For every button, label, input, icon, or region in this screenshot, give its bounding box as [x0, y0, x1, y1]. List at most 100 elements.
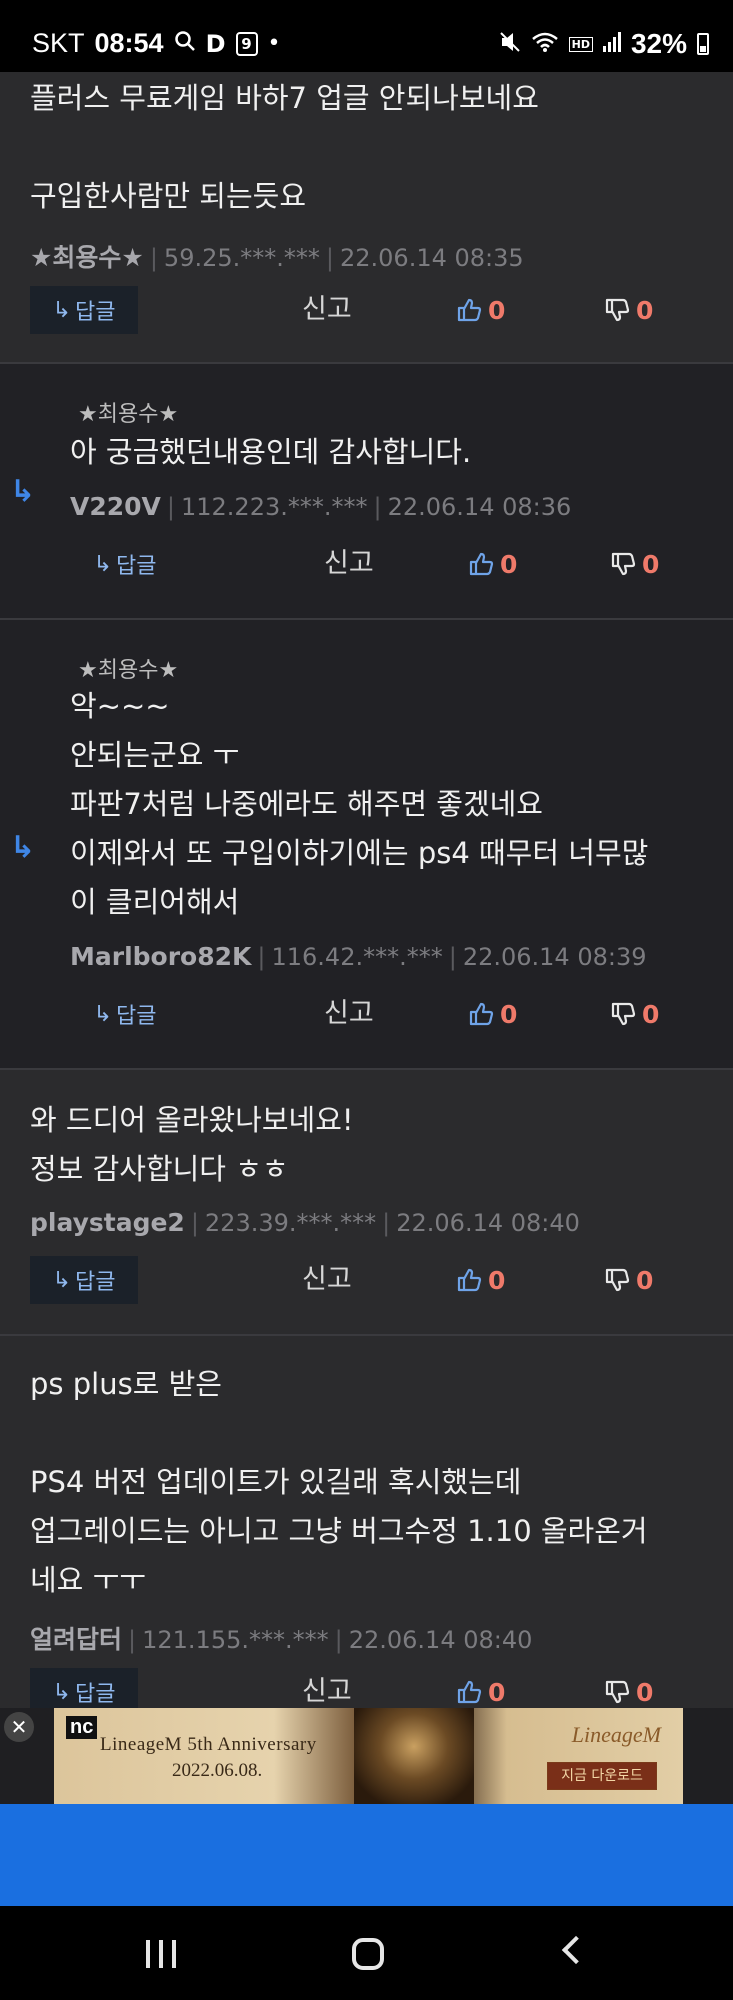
dislike-count: 0 — [642, 999, 660, 1029]
thumbs-down-icon — [605, 298, 630, 322]
dislike-count: 0 — [642, 549, 660, 579]
like-count: 0 — [500, 999, 518, 1029]
report-button[interactable]: 신고 — [302, 1256, 352, 1304]
dislike-button[interactable]: 0 — [610, 990, 659, 1038]
like-button[interactable]: 0 — [468, 990, 517, 1038]
ad-artwork — [354, 1708, 474, 1804]
comment-date: 22.06.14 08:35 — [339, 244, 524, 272]
comment-actions: ↳ 답글 신고 0 0 — [0, 540, 733, 588]
reply-item: ↳ ★최용수★ 악~~~ 안되는군요 ㅜ 파판7처럼 나중에라도 해주면 좋겠네… — [0, 620, 733, 1068]
ad-banner[interactable]: nc LineageM 5th Anniversary 2022.06.08. … — [54, 1708, 683, 1804]
dislike-count: 0 — [636, 295, 654, 325]
ad-close-icon[interactable]: ✕ — [4, 1712, 34, 1742]
comment-ip: 121.155.***.*** — [142, 1626, 329, 1654]
dislike-count: 0 — [636, 1677, 654, 1707]
report-button[interactable]: 신고 — [324, 990, 374, 1038]
comment-item: 플러스 무료게임 바하7 업글 안되나보네요 구입한사람만 되는듯요 ★최용수★… — [0, 72, 733, 362]
reply-button[interactable]: ↳ 답글 — [30, 286, 138, 334]
comment-author[interactable]: ★최용수★ — [30, 243, 144, 272]
comment-item: ps plus로 받은 PS4 버전 업데이트가 있길래 혹시했는데 업그레이드… — [0, 1336, 733, 1708]
comment-ip: 59.25.***.*** — [163, 244, 320, 272]
reply-arrow-icon: ↳ — [93, 551, 112, 577]
carrier-label: SKT — [32, 28, 85, 58]
comment-ip: 223.39.***.*** — [204, 1209, 377, 1237]
reply-button-label: 답글 — [74, 1682, 116, 1707]
like-button[interactable]: 0 — [468, 540, 517, 588]
reply-item: ↳ ★최용수★ 아 궁금했던내용인데 감사합니다. V220V | 112.223.… — [0, 364, 733, 618]
wifi-icon — [531, 31, 559, 57]
thumbs-up-icon — [457, 1680, 482, 1704]
back-icon[interactable] — [561, 1935, 591, 1965]
thumbs-down-icon — [605, 1268, 630, 1292]
like-count: 0 — [488, 1265, 506, 1295]
reply-button-label: 답글 — [115, 554, 157, 579]
like-count: 0 — [488, 1677, 506, 1707]
ad-game-logo: LineageM — [571, 1722, 661, 1747]
report-button[interactable]: 신고 — [302, 1668, 352, 1708]
comment-date: 22.06.14 08:40 — [348, 1626, 533, 1654]
comment-text: 플러스 무료게임 바하7 업글 안되나보네요 구입한사람만 되는듯요 — [30, 81, 539, 213]
ad-date: 2022.06.08. — [172, 1760, 263, 1781]
comment-actions: ↳ 답글 신고 0 0 — [0, 286, 733, 334]
navigation-bar — [0, 1906, 733, 2000]
thumbs-up-icon — [457, 298, 482, 322]
report-button[interactable]: 신고 — [324, 540, 374, 588]
reply-button-label: 답글 — [74, 1270, 116, 1295]
dislike-button[interactable]: 0 — [604, 286, 653, 334]
comment-meta: ★최용수★ | 59.25.***.*** | 22.06.14 08:35 — [30, 243, 524, 272]
recent-apps-icon[interactable] — [146, 1940, 176, 1968]
comment-ip: 112.223.***.*** — [180, 493, 368, 521]
comment-author[interactable]: Marlboro82K — [70, 942, 251, 971]
comment-date: 22.06.14 08:36 — [387, 493, 572, 521]
comment-meta: 얼려답터 | 121.155.***.*** | 22.06.14 08:40 — [30, 1625, 533, 1654]
reply-button[interactable]: ↳ 답글 — [30, 1256, 138, 1304]
comment-text: ps plus로 받은 PS4 버전 업데이트가 있길래 혹시했는데 업그레이드… — [30, 1367, 648, 1597]
home-icon[interactable] — [352, 1938, 384, 1970]
like-button[interactable]: 0 — [456, 1668, 505, 1708]
reply-button[interactable]: ↳ 답글 — [70, 540, 180, 588]
d-app-icon: D — [205, 29, 226, 58]
reply-button-label: 답글 — [115, 1004, 157, 1029]
like-count: 0 — [500, 549, 518, 579]
comment-author[interactable]: 얼려답터 — [30, 1625, 122, 1654]
dislike-button[interactable]: 0 — [604, 1668, 653, 1708]
clock: 08:54 — [94, 28, 164, 58]
like-button[interactable]: 0 — [456, 1256, 505, 1304]
comment-actions: ↳ 답글 신고 0 0 — [0, 990, 733, 1038]
comment-text: 악~~~ 안되는군요 ㅜ 파판7처럼 나중에라도 해주면 좋겠네요 이제와서 또… — [70, 689, 649, 919]
comment-date: 22.06.14 08:39 — [462, 943, 647, 971]
dislike-count: 0 — [636, 1265, 654, 1295]
reply-button[interactable]: ↳ 답글 — [70, 990, 180, 1038]
thumbs-down-icon — [611, 552, 636, 576]
comment-item: 와 드디어 올라왔나보네요! 정보 감사합니다 ㅎㅎ playstage2 | 22… — [0, 1070, 733, 1334]
comment-author[interactable]: playstage2 — [30, 1208, 185, 1237]
nine-app-icon: 9 — [235, 31, 258, 56]
ad-brand-logo: nc — [66, 1716, 98, 1739]
comment-text: 와 드디어 올라왔나보네요! 정보 감사합니다 ㅎㅎ — [30, 1103, 354, 1186]
comment-date: 22.06.14 08:40 — [396, 1209, 580, 1237]
comment-actions: ↳ 답글 신고 0 0 — [0, 1256, 733, 1304]
hd-voice-icon: HD — [568, 36, 593, 52]
thumbs-up-icon — [457, 1268, 482, 1292]
battery-percent: 32% — [630, 28, 687, 59]
reply-arrow-icon: ↳ — [93, 1001, 112, 1027]
thumbs-up-icon — [469, 1002, 494, 1026]
reply-button-label: 답글 — [74, 300, 116, 325]
thumbs-up-icon — [469, 552, 494, 576]
battery-icon — [697, 33, 709, 55]
comment-meta: Marlboro82K | 116.42.***.*** | 22.06.14 08:3… — [70, 942, 647, 971]
report-button[interactable]: 신고 — [302, 286, 352, 334]
ad-download-button[interactable]: 지금 다운로드 — [547, 1762, 657, 1790]
dislike-button[interactable]: 0 — [610, 540, 659, 588]
dislike-button[interactable]: 0 — [604, 1256, 653, 1304]
like-button[interactable]: 0 — [456, 286, 505, 334]
comment-text: 아 궁금했던내용인데 감사합니다. — [70, 435, 472, 469]
thumbs-down-icon — [605, 1680, 630, 1704]
comment-ip: 116.42.***.*** — [271, 943, 443, 971]
comment-meta: playstage2 | 223.39.***.*** | 22.06.14 08:40 — [30, 1208, 580, 1237]
status-bar: SKT 08:54 D 9 • HD 32% — [0, 0, 733, 72]
ad-title: LineageM 5th Anniversary — [100, 1734, 317, 1755]
comment-author[interactable]: V220V — [70, 492, 161, 521]
reply-button[interactable]: ↳ 답글 — [30, 1668, 138, 1708]
reply-indicator-icon: ↳ — [10, 830, 36, 865]
